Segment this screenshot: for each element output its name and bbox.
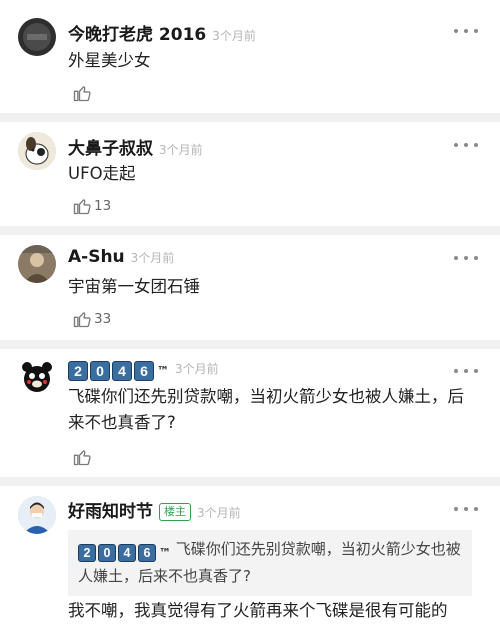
more-options-icon[interactable] [454, 140, 478, 150]
like-button[interactable]: 13 [72, 195, 111, 217]
like-button[interactable] [72, 446, 92, 468]
digit-tile: 0 [98, 544, 116, 562]
digit-tile: 4 [118, 544, 136, 562]
username[interactable]: 2 0 4 6 ™ 3个月前 [68, 358, 219, 381]
comment-text: 外星美少女 [68, 51, 151, 70]
digit-tile: 4 [112, 361, 132, 381]
digit-tile: 0 [90, 361, 110, 381]
username[interactable]: 大鼻子叔叔 3个月前 [68, 134, 203, 159]
digit-tile: 2 [68, 361, 88, 381]
username-text[interactable]: 好雨知时节 [68, 502, 153, 522]
comment-text: 我不嘲，我真觉得有了火箭再来个飞碟是很有可能的 [68, 601, 448, 620]
username[interactable]: A-Shu 3个月前 [68, 247, 174, 267]
thumbs-up-icon [73, 86, 91, 102]
trademark-symbol: ™ [159, 545, 171, 560]
like-button[interactable]: 33 [72, 308, 111, 330]
divider [0, 226, 500, 235]
comment-time: 3个月前 [197, 506, 241, 520]
user-avatar[interactable] [18, 132, 56, 170]
thumbs-up-icon [73, 199, 91, 215]
divider [0, 340, 500, 349]
username-text[interactable]: 今晚打老虎 2016 [68, 25, 206, 45]
user-avatar[interactable] [18, 496, 56, 534]
user-avatar[interactable] [18, 245, 56, 283]
host-badge: 楼主 [159, 503, 191, 521]
more-options-icon[interactable] [454, 253, 478, 263]
digit-tile: 6 [134, 361, 154, 381]
like-count: 13 [94, 198, 112, 214]
digit-tile: 2 [78, 544, 96, 562]
more-options-icon[interactable] [454, 366, 478, 376]
digit-tile: 6 [138, 544, 156, 562]
divider [0, 113, 500, 122]
comment-time: 3个月前 [175, 362, 219, 376]
thumbs-up-icon [73, 312, 91, 328]
like-count: 33 [94, 311, 112, 327]
thumbs-up-icon [73, 450, 91, 466]
user-avatar[interactable] [18, 358, 56, 396]
like-button[interactable] [72, 82, 92, 104]
comment-text: UFO走起 [68, 164, 136, 183]
more-options-icon[interactable] [454, 26, 478, 36]
comment-time: 3个月前 [159, 143, 203, 157]
username[interactable]: 好雨知时节 楼主 3个月前 [68, 497, 241, 522]
comment-time: 3个月前 [130, 251, 175, 265]
username-text[interactable]: A-Shu [68, 247, 125, 267]
comment-text: 宇宙第一女团石锤 [68, 277, 200, 296]
username[interactable]: 今晚打老虎 2016 3个月前 [68, 20, 256, 45]
quoted-username-badge: 2 0 4 6 ™ [78, 542, 171, 565]
user-avatar[interactable] [18, 18, 56, 56]
username-digit-badge[interactable]: 2 0 4 6 ™ [68, 361, 169, 381]
username-text[interactable]: 大鼻子叔叔 [68, 139, 153, 159]
divider [0, 477, 500, 486]
quoted-reply[interactable]: 2 0 4 6 ™ 飞碟你们还先别贷款嘲，当初火箭少女也被人嫌土，后来不也真香了? [68, 530, 472, 596]
comment-text: 飞碟你们还先别贷款嘲，当初火箭少女也被人嫌土，后来不也真香了? [68, 387, 464, 432]
trademark-symbol: ™ [157, 364, 169, 378]
more-options-icon[interactable] [454, 504, 478, 514]
comment-time: 3个月前 [212, 29, 256, 43]
